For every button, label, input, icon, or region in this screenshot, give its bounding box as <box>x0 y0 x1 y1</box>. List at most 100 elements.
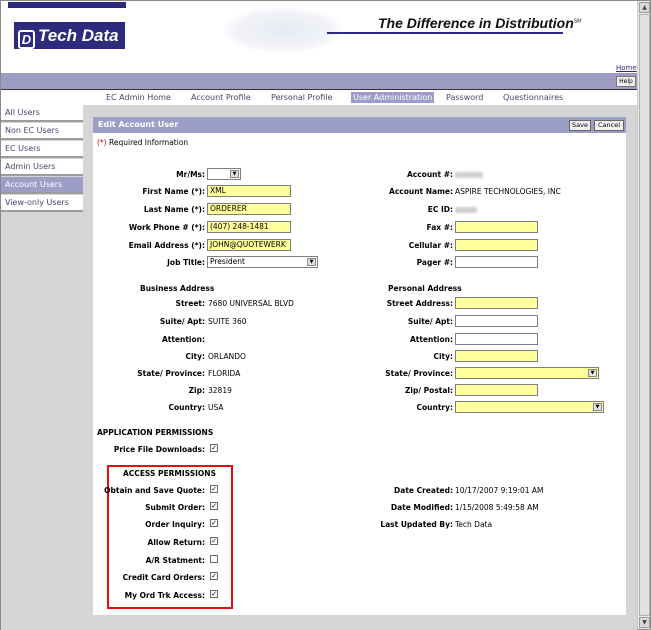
nav-account-profile[interactable]: Account Profile <box>191 93 251 102</box>
pager-input[interactable] <box>455 256 538 268</box>
personal-zip-input[interactable] <box>455 384 538 396</box>
fax-label: Fax #: <box>426 223 453 232</box>
personal-attention-input[interactable] <box>455 333 538 345</box>
nav-ec-admin-home[interactable]: EC Admin Home <box>106 93 171 102</box>
sidebar-item-admin-users[interactable]: Admin Users <box>1 159 83 176</box>
scroll-thumb[interactable] <box>639 14 650 616</box>
business-country-value: USA <box>208 403 224 412</box>
date-modified-label: Date Modified: <box>390 503 453 512</box>
perm-obtain-quote-label: Obtain and Save Quote: <box>104 486 205 495</box>
personal-suite-input[interactable] <box>455 315 538 327</box>
personal-country-label: Country: <box>416 403 453 412</box>
perm-obtain-quote-checkbox[interactable]: ✓ <box>210 485 218 493</box>
job-title-value: President <box>210 257 245 266</box>
personal-city-label: City: <box>433 352 453 361</box>
home-link[interactable]: Home <box>614 64 639 72</box>
tech-data-logo[interactable]: D Tech Data <box>14 22 125 49</box>
personal-attention-label: Attention: <box>409 335 453 344</box>
business-state-value: FLORIDA <box>208 369 241 378</box>
required-text: Required Information <box>109 138 189 147</box>
personal-country-select[interactable]: ▼ <box>455 401 604 413</box>
site-header: D Tech Data The Difference in Distributio… <box>1 1 639 73</box>
business-zip-label: Zip: <box>188 386 205 395</box>
sidebar-item-view-only-users[interactable]: View-only Users <box>1 195 83 212</box>
personal-suite-label: Suite/ Apt: <box>407 317 453 326</box>
nav-password[interactable]: Password <box>446 93 483 102</box>
email-input[interactable]: JOHN@QUOTEWERK <box>207 239 291 251</box>
nav-questionnaires[interactable]: Questionnaires <box>503 93 563 102</box>
save-button[interactable]: Save <box>569 120 591 131</box>
chevron-down-icon: ▼ <box>588 369 597 377</box>
perm-credit-card-checkbox[interactable]: ✓ <box>210 572 218 580</box>
personal-state-label: State/ Province: <box>385 369 453 378</box>
perm-order-inquiry-checkbox[interactable]: ✓ <box>210 519 218 527</box>
check-icon: ✓ <box>211 502 217 510</box>
scroll-up-arrow-icon[interactable]: ▲ <box>639 2 650 13</box>
business-street-value: 7680 UNIVERSAL BLVD <box>208 299 294 308</box>
personal-street-input[interactable] <box>455 297 538 309</box>
account-number-redacted <box>455 170 483 179</box>
chevron-down-icon: ▼ <box>307 258 316 266</box>
personal-state-select[interactable]: ▼ <box>455 367 599 379</box>
panel-title: Edit Account User <box>98 120 179 129</box>
vertical-scrollbar[interactable]: ▲ ▼ <box>637 1 650 629</box>
nav-personal-profile[interactable]: Personal Profile <box>271 93 332 102</box>
sidebar-item-ec-users[interactable]: EC Users <box>1 141 83 158</box>
chevron-down-icon: ▼ <box>593 403 602 411</box>
nav-user-administration[interactable]: User Administration <box>351 92 435 103</box>
business-country-label: Country: <box>168 403 205 412</box>
ec-id-label: EC ID: <box>427 205 453 214</box>
work-phone-input[interactable]: (407) 248-1481 <box>207 221 291 233</box>
date-modified-value: 1/15/2008 5:49:58 AM <box>455 503 539 512</box>
fax-input[interactable] <box>455 221 538 233</box>
pager-label: Pager #: <box>416 258 453 267</box>
business-suite-label: Suite/ Apt: <box>159 317 205 326</box>
access-permissions-heading: ACCESS PERMISSIONS <box>123 469 216 478</box>
work-phone-label: Work Phone # (*): <box>128 223 205 232</box>
first-name-input[interactable]: XML <box>207 185 291 197</box>
sidebar-item-all-users[interactable]: All Users <box>1 105 83 122</box>
personal-street-label: Street Address: <box>386 299 453 308</box>
check-icon: ✓ <box>211 444 217 452</box>
perm-submit-order-checkbox[interactable]: ✓ <box>210 502 218 510</box>
business-suite-value: SUITE 360 <box>208 317 247 326</box>
perm-ar-statement-checkbox[interactable] <box>210 555 218 563</box>
perm-ord-trk-checkbox[interactable]: ✓ <box>210 590 218 598</box>
job-title-label: Job Title: <box>167 258 205 267</box>
date-created-value: 10/17/2007 9:19:01 AM <box>455 486 544 495</box>
personal-city-input[interactable] <box>455 350 538 362</box>
top-nav: EC Admin Home Account Profile Personal P… <box>1 89 637 105</box>
perm-order-inquiry-label: Order Inquiry: <box>145 520 205 529</box>
personal-zip-label: Zip/ Postal: <box>404 386 453 395</box>
business-attention-label: Attention: <box>161 335 205 344</box>
check-icon: ✓ <box>211 537 217 545</box>
sidebar-item-non-ec-users[interactable]: Non EC Users <box>1 123 83 140</box>
business-zip-value: 32819 <box>208 386 232 395</box>
perm-allow-return-checkbox[interactable]: ✓ <box>210 537 218 545</box>
chevron-down-icon: ▼ <box>230 170 239 178</box>
perm-ar-statement-label: A/R Statment: <box>145 556 205 565</box>
mr-ms-select[interactable]: ▼ <box>207 168 241 180</box>
check-icon: ✓ <box>211 572 217 580</box>
business-state-label: State/ Province: <box>137 369 205 378</box>
perm-allow-return-label: Allow Return: <box>147 538 205 547</box>
price-file-label: Price File Downloads: <box>113 445 205 454</box>
required-mark: (*) <box>97 138 107 147</box>
check-icon: ✓ <box>211 590 217 598</box>
help-button[interactable]: Help <box>616 76 636 87</box>
last-name-input[interactable]: ORDERER <box>207 203 291 215</box>
last-name-label: Last Name (*): <box>143 205 205 214</box>
cellular-input[interactable] <box>455 239 538 251</box>
cancel-button[interactable]: Cancel <box>594 120 624 131</box>
sidebar-item-account-users[interactable]: Account Users <box>1 177 83 194</box>
tagline-text: The Difference in Distribution <box>378 15 574 31</box>
price-file-checkbox[interactable]: ✓ <box>210 444 218 452</box>
scroll-down-arrow-icon[interactable]: ▼ <box>639 617 650 628</box>
tagline: The Difference in DistributionSM <box>378 15 581 31</box>
tagline-rule <box>327 32 563 34</box>
cellular-label: Cellular #: <box>408 241 453 250</box>
perm-ord-trk-label: My Ord Trk Access: <box>124 591 205 600</box>
job-title-select[interactable]: President ▼ <box>207 256 318 268</box>
business-city-label: City: <box>185 352 205 361</box>
header-band <box>1 73 637 89</box>
